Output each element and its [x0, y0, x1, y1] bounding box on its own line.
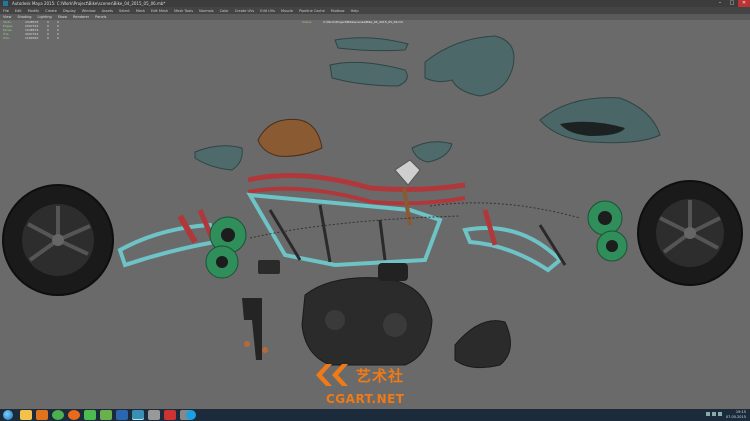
watermark-url: CGART.NET: [326, 392, 405, 406]
clock[interactable]: 19:15 07.05.2015: [726, 410, 746, 420]
frame-cradle: [246, 192, 443, 268]
fairing-nose: [539, 97, 661, 144]
radiator-bracket: [454, 320, 511, 369]
taskbar-media-icon[interactable]: [36, 410, 48, 420]
system-tray: [704, 412, 722, 416]
watermark-cn-text: 艺术社: [356, 366, 405, 385]
engine-cover-2: [383, 313, 407, 337]
engine-block: [301, 277, 433, 366]
menu-create[interactable]: Create: [45, 9, 57, 13]
cable-2: [429, 202, 581, 219]
triple-clamp: [394, 159, 421, 186]
rear-hub: [52, 234, 64, 246]
taskbar-explorer-icon[interactable]: [20, 410, 32, 420]
menu-modify[interactable]: Modify: [28, 9, 40, 13]
panel-menu-lighting[interactable]: Lighting: [38, 15, 52, 19]
hud-row: UVs: 1180320 0 0: [3, 36, 59, 40]
battery: [258, 260, 280, 274]
maya-app-icon: [3, 1, 8, 6]
start-button[interactable]: [3, 410, 13, 420]
taskbar-skype-icon[interactable]: [186, 410, 196, 420]
tray-network-icon[interactable]: [706, 412, 710, 416]
menu-mesh[interactable]: Mesh: [136, 9, 145, 13]
menu-window[interactable]: Window: [82, 9, 96, 13]
menu-mesh-tools[interactable]: Mesh Tools: [174, 9, 193, 13]
window-titlebar: Autodesk Maya 2015: C:\Work\Project\Bike…: [0, 0, 750, 7]
menu-mudbox[interactable]: Mudbox: [331, 9, 345, 13]
engine-cover: [325, 310, 345, 330]
rear-brake-hub: [221, 228, 235, 242]
peg-right: [262, 347, 268, 353]
taskbar-mudbox-icon[interactable]: [100, 410, 112, 420]
tray-flag-icon[interactable]: [718, 412, 722, 416]
tank-cover: [194, 145, 243, 171]
side-panel-top: [334, 37, 409, 52]
menu-edit-uvs[interactable]: Edit UVs: [260, 9, 275, 13]
minimize-button[interactable]: –: [714, 0, 726, 7]
close-button[interactable]: ✕: [738, 0, 750, 7]
front-hub: [684, 227, 696, 239]
panel-menu-shading[interactable]: Shading: [17, 15, 31, 19]
scene-path-value: C:\Work\Project\Bike\scenes\Bike_04_2015…: [323, 20, 404, 24]
main-menubar: File Edit Modify Create Display Window A…: [0, 7, 750, 14]
clock-date: 07.05.2015: [725, 415, 746, 419]
rear-swingarm: [117, 222, 218, 268]
scene-path-readout: Scene: C:\Work\Project\Bike\scenes\Bike_…: [302, 20, 403, 24]
panel-menu-view[interactable]: View: [3, 15, 11, 19]
taskbar-zbrush-icon[interactable]: [164, 410, 176, 420]
menu-edit-mesh[interactable]: Edit Mesh: [151, 9, 168, 13]
menu-muscle[interactable]: Muscle: [281, 9, 293, 13]
menu-pipeline-cache[interactable]: Pipeline Cache: [299, 9, 325, 13]
scene-path-label: Scene:: [302, 20, 313, 24]
menu-help[interactable]: Help: [351, 9, 359, 13]
side-panel-middle: [329, 61, 408, 87]
taskbar-maya-icon[interactable]: [132, 410, 144, 420]
menu-normals[interactable]: Normals: [199, 9, 214, 13]
menu-assets[interactable]: Assets: [102, 9, 113, 13]
seat: [257, 118, 323, 157]
taskbar-photoshop-icon[interactable]: [116, 410, 128, 420]
engine-intakes: [378, 263, 408, 281]
poly-count-hud: Verts: 1048576 0 0 Edges: 2097152 0 0 Faces: 10…: [3, 20, 67, 40]
taskbar-chrome-icon[interactable]: [52, 410, 64, 420]
menu-display[interactable]: Display: [63, 9, 76, 13]
menu-file[interactable]: File: [3, 9, 9, 13]
maximize-button[interactable]: □: [726, 0, 738, 7]
bike-model-render: [2, 35, 743, 369]
fork-tube: [402, 187, 412, 226]
window-title: Autodesk Maya 2015: C:\Work\Project\Bike…: [12, 1, 166, 6]
menu-select[interactable]: Select: [119, 9, 130, 13]
tray-volume-icon[interactable]: [712, 412, 716, 416]
front-brake-hub-2: [606, 240, 618, 252]
menu-edit[interactable]: Edit: [15, 9, 22, 13]
headlight-cover: [411, 141, 453, 163]
menu-color[interactable]: Color: [220, 9, 229, 13]
front-fairing: [424, 35, 515, 97]
taskbar-notes-icon[interactable]: [148, 410, 160, 420]
menu-create-uvs[interactable]: Create UVs: [235, 9, 255, 13]
3d-viewport[interactable]: Verts: 1048576 0 0 Edges: 2097152 0 0 Faces: 10…: [0, 20, 750, 409]
taskbar-media-player-icon[interactable]: [84, 410, 96, 420]
rear-brake-hub-2: [216, 256, 228, 268]
panel-menu-panels[interactable]: Panels: [95, 15, 106, 19]
taskbar-firefox-icon[interactable]: [68, 410, 80, 420]
windows-taskbar: 19:15 07.05.2015: [0, 409, 750, 421]
panel-menu-show[interactable]: Show: [58, 15, 67, 19]
shifter-assembly: [242, 298, 262, 360]
cgart-watermark: 艺术社 CGART.NET: [312, 362, 442, 408]
cgart-logo-icon: [316, 364, 348, 386]
peg-left: [244, 341, 250, 347]
panel-menu-renderer[interactable]: Renderer: [73, 15, 89, 19]
front-brake-hub: [598, 211, 612, 225]
